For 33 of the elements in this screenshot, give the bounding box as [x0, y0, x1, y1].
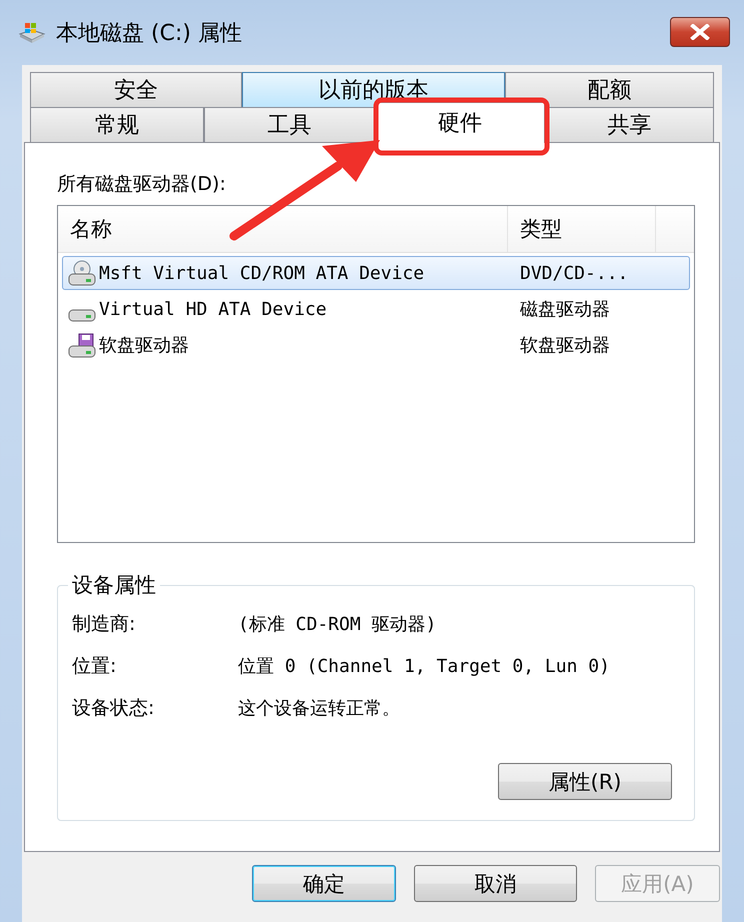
- column-header[interactable]: 名称: [58, 206, 508, 252]
- device-name: 软盘驱动器: [99, 334, 189, 357]
- device-type: DVD/CD-...: [519, 262, 628, 284]
- dialog-button[interactable]: 取消: [414, 865, 577, 902]
- close-icon: [690, 24, 710, 40]
- field-value: 位置 0 (Channel 1, Target 0, Lun 0): [238, 655, 610, 678]
- column-header[interactable]: 类型: [508, 206, 656, 252]
- group-title: 设备属性: [71, 572, 157, 599]
- field-label: 设备状态:: [72, 696, 156, 721]
- field-label: 制造商:: [72, 612, 136, 637]
- field-label: 位置:: [72, 654, 118, 679]
- device-type: 软盘驱动器: [519, 334, 610, 357]
- device-type: 磁盘驱动器: [519, 298, 610, 321]
- field-value: 这个设备运转正常。: [238, 697, 400, 720]
- list-label: 所有磁盘驱动器(D):: [57, 172, 227, 197]
- properties-button[interactable]: 属性(R): [498, 763, 672, 800]
- cd-drive-icon: [67, 260, 97, 286]
- window-title: 本地磁盘 (C:) 属性: [56, 20, 243, 48]
- drive-icon: [18, 22, 46, 44]
- list-row[interactable]: 软盘驱动器 软盘驱动器: [62, 328, 690, 362]
- device-name: Virtual HD ATA Device: [99, 298, 327, 320]
- device-name: Msft Virtual CD/ROM ATA Device: [99, 262, 424, 284]
- floppy-drive-icon: [67, 332, 97, 358]
- hard-drive-icon: [67, 308, 97, 322]
- tab[interactable]: 常规: [30, 107, 204, 142]
- tab[interactable]: 工具: [204, 107, 375, 142]
- close-button[interactable]: [670, 16, 730, 46]
- field-value: (标准 CD-ROM 驱动器): [238, 613, 436, 636]
- tab[interactable]: 配额: [505, 72, 714, 107]
- list-row[interactable]: Msft Virtual CD/ROM ATA Device DVD/CD-...: [62, 256, 690, 290]
- dialog-button[interactable]: 确定: [252, 865, 396, 902]
- tab[interactable]: 安全: [30, 72, 242, 107]
- list-row[interactable]: Virtual HD ATA Device 磁盘驱动器: [62, 292, 690, 326]
